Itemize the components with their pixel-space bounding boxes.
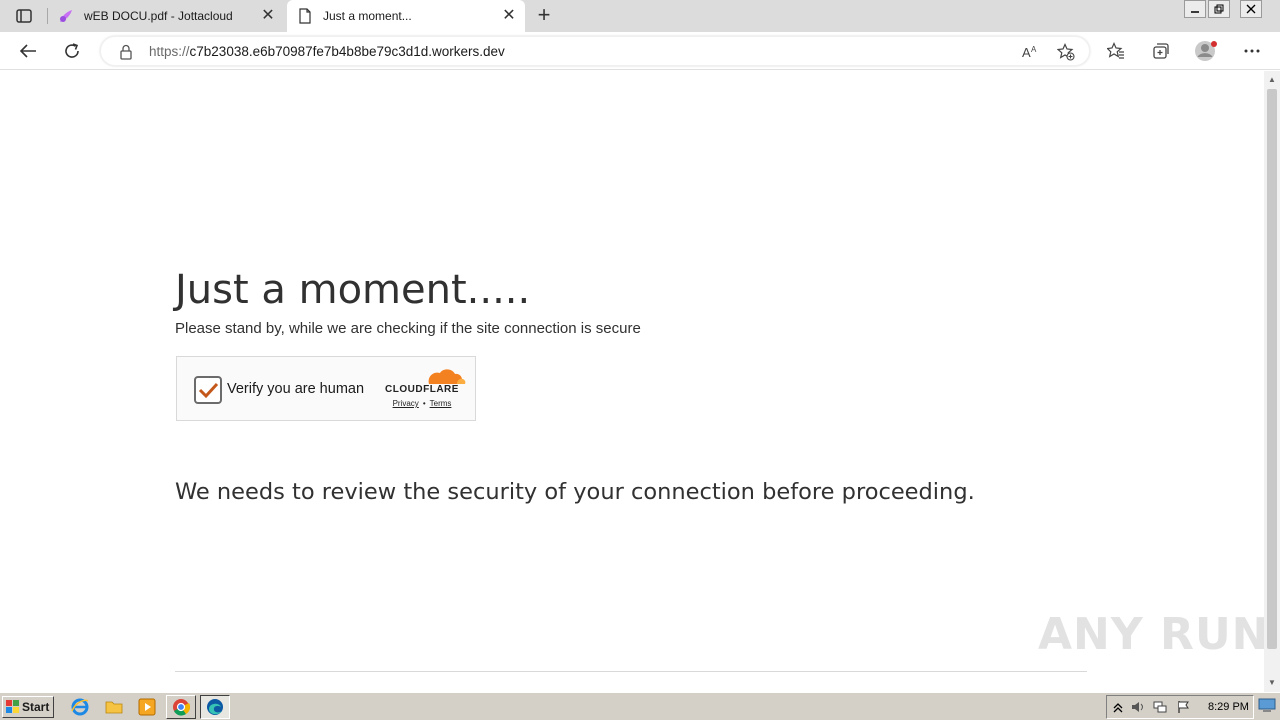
cloudflare-links: Privacy • Terms <box>377 399 467 408</box>
network-icon[interactable] <box>1153 700 1167 714</box>
vertical-scrollbar[interactable]: ▲ ▼ <box>1264 71 1280 692</box>
page-content: Just a moment..... Please stand by, whil… <box>0 71 1269 692</box>
windows-logo-icon <box>6 700 19 713</box>
terms-link[interactable]: Terms <box>430 399 452 408</box>
cloudflare-cloud-icon <box>428 369 466 384</box>
collections-icon[interactable] <box>1146 37 1174 65</box>
favorite-add-icon[interactable] <box>1052 38 1080 66</box>
verify-checkbox[interactable] <box>194 376 222 404</box>
security-notice: We needs to review the security of your … <box>175 479 975 505</box>
link-separator: • <box>422 399 426 408</box>
more-icon[interactable] <box>1238 37 1266 65</box>
scroll-thumb[interactable] <box>1267 89 1277 649</box>
read-aloud-icon[interactable]: AA <box>1016 38 1044 66</box>
page-subtitle: Please stand by, while we are checking i… <box>175 320 641 337</box>
back-arrow-icon[interactable] <box>14 37 42 65</box>
url-protocol: https:// <box>149 44 190 59</box>
favorites-icon[interactable] <box>1102 37 1130 65</box>
tab-label: Just a moment... <box>323 9 412 23</box>
system-tray: 8:29 PM <box>1106 695 1254 719</box>
chrome-task-button[interactable] <box>166 695 196 719</box>
tab-jottacloud[interactable]: wEB DOCU.pdf - Jottacloud ✕ <box>48 0 284 32</box>
volume-icon[interactable] <box>1131 700 1145 714</box>
flag-icon[interactable] <box>1177 700 1191 714</box>
scroll-up-arrow[interactable]: ▲ <box>1264 73 1280 87</box>
check-mark-icon <box>198 382 219 399</box>
page-icon <box>297 8 313 24</box>
close-window-button[interactable] <box>1240 0 1262 18</box>
lock-icon[interactable] <box>119 44 133 60</box>
verify-label: Verify you are human <box>227 381 365 397</box>
browser-toolbar: https://c7b23038.e6b70987fe7b4b8be79c3d1… <box>0 32 1280 70</box>
show-desktop-icon[interactable] <box>1258 697 1278 717</box>
svg-text:A: A <box>1031 45 1037 54</box>
jottacloud-icon <box>58 8 74 24</box>
close-icon[interactable]: ✕ <box>501 8 517 24</box>
url-text[interactable]: https://c7b23038.e6b70987fe7b4b8be79c3d1… <box>149 44 505 59</box>
divider <box>175 671 1087 672</box>
tab-just-a-moment[interactable]: Just a moment... ✕ <box>287 0 525 32</box>
taskbar: Start 8:29 PM <box>0 692 1280 720</box>
url-host: c7b23038.e6b70987fe7b4b8be79c3d1d.worker… <box>189 44 505 59</box>
page-title: Just a moment..... <box>175 267 531 313</box>
edge-icon <box>207 699 223 715</box>
cloudflare-brand: CLOUDFLARE <box>385 384 459 395</box>
plus-icon[interactable]: + <box>532 4 556 28</box>
start-button[interactable]: Start <box>2 696 54 718</box>
tab-actions-icon[interactable] <box>10 6 38 26</box>
clock[interactable]: 8:29 PM <box>1208 701 1249 713</box>
scroll-down-arrow[interactable]: ▼ <box>1264 676 1280 690</box>
start-label: Start <box>22 700 50 714</box>
minimize-button[interactable] <box>1184 0 1206 18</box>
profile-avatar-icon[interactable] <box>1192 37 1220 65</box>
media-player-icon[interactable] <box>137 697 157 717</box>
cloudflare-logo: CLOUDFLARE Privacy • Terms <box>377 367 467 412</box>
ie-icon[interactable] <box>70 697 90 717</box>
privacy-link[interactable]: Privacy <box>393 399 419 408</box>
close-icon[interactable]: ✕ <box>260 8 276 24</box>
refresh-icon[interactable] <box>58 37 86 65</box>
chrome-icon <box>173 699 190 716</box>
cloudflare-challenge-widget: Verify you are human CLOUDFLARE Privacy •… <box>176 356 476 421</box>
svg-text:A: A <box>1022 45 1031 60</box>
folder-icon[interactable] <box>104 697 124 717</box>
show-hidden-icons[interactable] <box>1111 700 1125 714</box>
tab-strip: wEB DOCU.pdf - Jottacloud ✕ Just a momen… <box>0 0 1280 32</box>
edge-task-button[interactable] <box>200 695 230 719</box>
anyrun-watermark: ANY RUN <box>1038 609 1270 660</box>
restore-button[interactable] <box>1208 0 1230 18</box>
tab-label: wEB DOCU.pdf - Jottacloud <box>84 9 233 23</box>
address-bar[interactable]: https://c7b23038.e6b70987fe7b4b8be79c3d1… <box>100 36 1090 66</box>
